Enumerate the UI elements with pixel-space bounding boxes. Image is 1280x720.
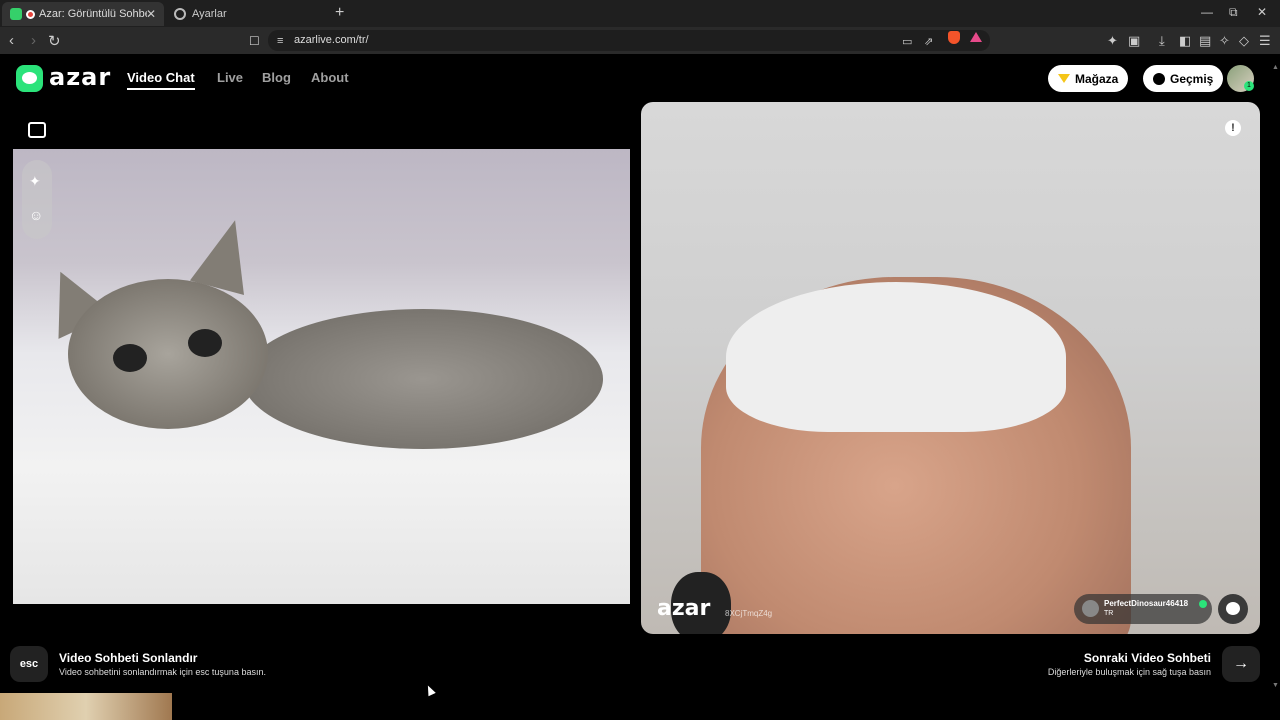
- tab-azar[interactable]: Azar: Görüntülü Sohbet, Yeni ✕: [2, 2, 164, 26]
- browser-toolbar: ‹ › ↻ ☐ ≡ azarlive.com/tr/ ▭ ⇗ ✦ ▣ ⤓ ◧ ▤…: [0, 27, 1280, 54]
- scroll-down-icon[interactable]: ▼: [1272, 682, 1279, 689]
- local-video-feed: [13, 149, 630, 604]
- site-info-icon[interactable]: ≡: [277, 35, 283, 47]
- avatar-badge: 1: [1244, 81, 1254, 91]
- brave-rewards-icon[interactable]: [970, 32, 982, 42]
- remote-user-country: TR: [1104, 610, 1114, 617]
- wallet-panel-icon[interactable]: ▤: [1199, 33, 1211, 49]
- browser-tab-bar: Azar: Görüntülü Sohbet, Yeni ✕ Ayarlar +…: [0, 0, 1280, 27]
- end-chat-button[interactable]: esc: [10, 646, 48, 682]
- chat-icon[interactable]: [1218, 594, 1248, 624]
- recording-icon: [26, 9, 35, 19]
- vpn-icon[interactable]: ◇: [1239, 33, 1249, 49]
- sidebar-icon[interactable]: ◧: [1179, 33, 1191, 49]
- tab-settings[interactable]: Ayarlar: [168, 2, 318, 26]
- back-button[interactable]: ‹: [9, 32, 14, 49]
- reload-button[interactable]: ↻: [48, 32, 61, 50]
- cast-icon[interactable]: ▭: [902, 35, 912, 48]
- shop-label: Mağaza: [1075, 71, 1119, 86]
- report-button[interactable]: !: [1225, 120, 1241, 136]
- shop-button[interactable]: Mağaza: [1048, 65, 1129, 92]
- menu-icon[interactable]: ☰: [1259, 33, 1271, 49]
- sparkle-effects-icon[interactable]: ✦: [29, 173, 41, 190]
- effects-toolbar: ✦ ☺: [22, 160, 52, 239]
- address-bar[interactable]: ≡ azarlive.com/tr/ ▭ ⇗: [268, 30, 990, 51]
- brave-shields-icon[interactable]: [948, 31, 960, 44]
- extensions-icon[interactable]: ✦: [1107, 33, 1118, 49]
- next-chat-button[interactable]: →: [1222, 646, 1260, 682]
- history-button[interactable]: Geçmiş: [1143, 65, 1224, 92]
- next-chat-title: Sonraki Video Sohbeti: [1083, 651, 1211, 665]
- remote-video-panel: azar 8XCjTmqZ4g ! PerfectDinosaur46418 T…: [641, 102, 1260, 634]
- wallet-icon[interactable]: ▣: [1128, 33, 1140, 49]
- verified-badge-icon: [1199, 600, 1207, 608]
- preview-thumbnail: [0, 693, 172, 720]
- minimize-button[interactable]: —: [1201, 5, 1213, 19]
- remote-user-name: PerfectDinosaur46418: [1104, 599, 1189, 608]
- url-text: azarlive.com/tr/: [294, 34, 369, 46]
- clock-icon: [1153, 72, 1165, 85]
- end-chat-hint: Video sohbetini sonlandırmak için esc tu…: [59, 667, 266, 677]
- tab-close-icon[interactable]: ✕: [146, 7, 156, 21]
- tab-title: Ayarlar: [192, 8, 227, 20]
- azar-favicon-icon: [10, 8, 22, 20]
- nav-video-chat[interactable]: Video Chat: [127, 70, 195, 90]
- local-video-panel: ✦ ☺: [11, 102, 631, 634]
- azar-watermark: azar: [657, 596, 711, 621]
- mouse-cursor-icon: [424, 683, 436, 697]
- bookmark-icon[interactable]: ☐: [249, 34, 260, 48]
- history-label: Geçmiş: [1170, 71, 1214, 86]
- azar-page: azar Video Chat Live Blog About Mağaza G…: [0, 54, 1280, 720]
- leo-ai-icon[interactable]: ✧: [1219, 33, 1230, 49]
- fullscreen-icon[interactable]: [28, 122, 46, 138]
- scroll-up-icon[interactable]: ▲: [1272, 64, 1279, 71]
- user-icon: [1082, 600, 1099, 617]
- nav-live[interactable]: Live: [217, 70, 243, 85]
- gear-icon: [174, 8, 186, 20]
- face-filter-icon[interactable]: ☺: [29, 207, 43, 223]
- share-icon[interactable]: ⇗: [924, 35, 933, 48]
- download-icon[interactable]: ⤓: [1159, 33, 1165, 49]
- end-chat-title: Video Sohbeti Sonlandır: [59, 651, 198, 665]
- azar-logo[interactable]: azar: [49, 63, 111, 91]
- azar-logo-icon[interactable]: [16, 65, 43, 92]
- close-window-button[interactable]: ✕: [1257, 5, 1267, 19]
- restore-button[interactable]: ⧉: [1229, 5, 1238, 20]
- nav-about[interactable]: About: [311, 70, 349, 85]
- remote-user-chip[interactable]: PerfectDinosaur46418 TR: [1074, 594, 1212, 624]
- tab-title: Azar: Görüntülü Sohbet, Yeni: [39, 8, 147, 20]
- gem-icon: [1058, 74, 1070, 83]
- forward-button[interactable]: ›: [31, 32, 36, 49]
- watermark-code: 8XCjTmqZ4g: [725, 609, 773, 618]
- new-tab-button[interactable]: +: [335, 4, 344, 22]
- next-chat-hint: Diğerleriyle buluşmak için sağ tuşa bası…: [1047, 667, 1211, 677]
- nav-blog[interactable]: Blog: [262, 70, 291, 85]
